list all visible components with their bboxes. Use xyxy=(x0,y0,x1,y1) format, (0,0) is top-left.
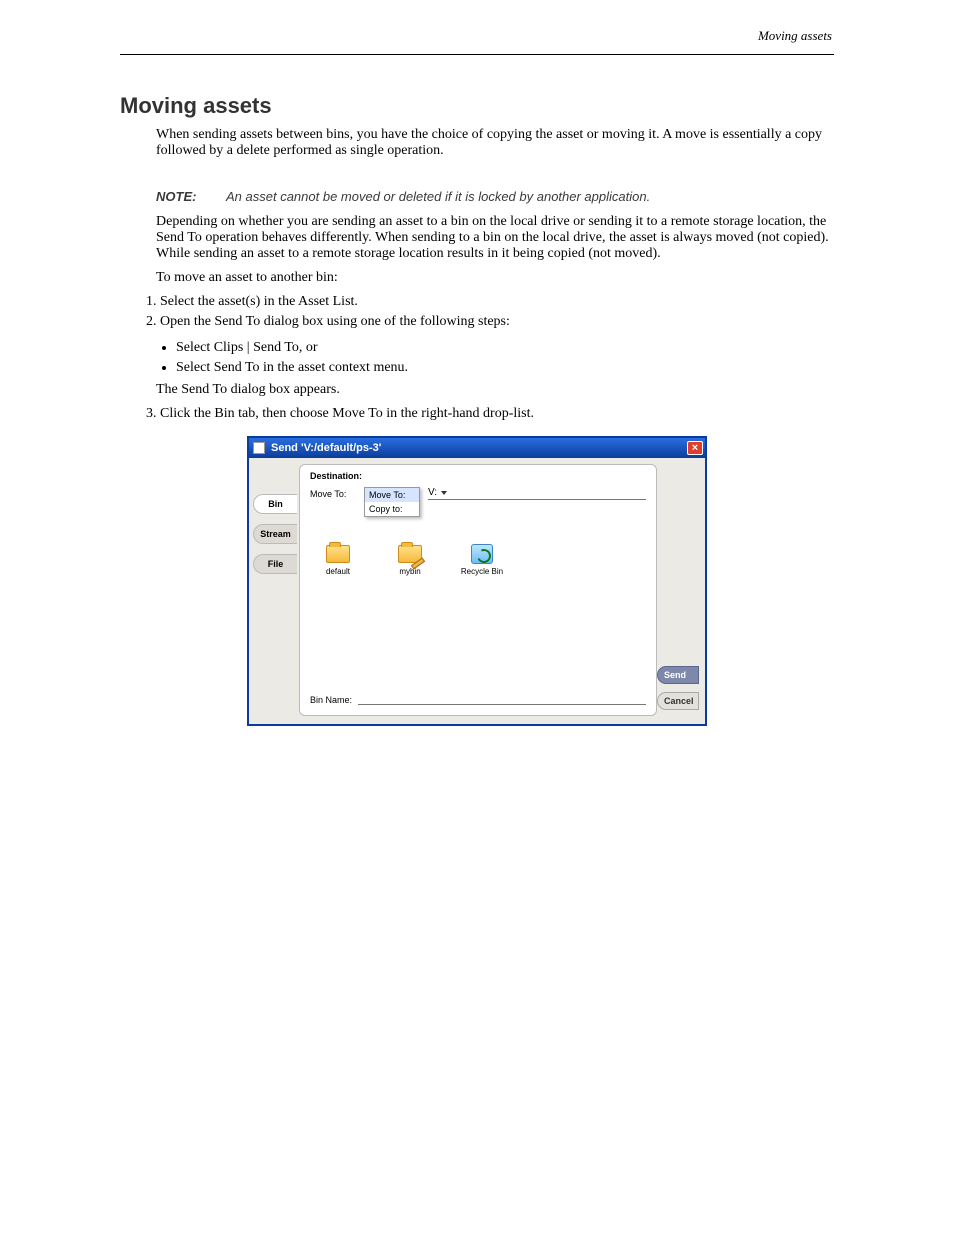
send-button[interactable]: Send xyxy=(657,666,699,684)
step-3: Click the Bin tab, then choose Move To i… xyxy=(160,406,834,422)
tab-file[interactable]: File xyxy=(253,554,297,574)
header-rule xyxy=(120,54,834,55)
cancel-button[interactable]: Cancel xyxy=(657,692,699,710)
moveto-label: Move To: xyxy=(310,487,356,499)
recycle-bin-icon xyxy=(471,544,493,564)
dropdown-option-moveto[interactable]: Move To: xyxy=(365,488,419,502)
tab-stream[interactable]: Stream xyxy=(253,524,297,544)
steps-list-cont: Click the Bin tab, then choose Move To i… xyxy=(120,406,834,422)
section-title-moving-assets: Moving assets xyxy=(120,93,834,119)
bin-item-default[interactable]: default xyxy=(314,543,362,576)
page-header: Moving assets xyxy=(120,28,834,44)
send-to-dialog-figure: Send 'V:/default/ps-3' × Bin Stream File… xyxy=(247,436,707,726)
steps-list: Select the asset(s) in the Asset List. O… xyxy=(120,294,834,330)
bin-label: default xyxy=(326,567,350,576)
substeps-list: Select Clips | Send To, or Select Send T… xyxy=(120,340,834,376)
app-icon xyxy=(253,442,265,454)
bin-item-recycle[interactable]: Recycle Bin xyxy=(458,543,506,576)
send-to-dialog: Send 'V:/default/ps-3' × Bin Stream File… xyxy=(247,436,707,726)
substep-1: Select Clips | Send To, or xyxy=(176,340,834,356)
step-1: Select the asset(s) in the Asset List. xyxy=(160,294,834,310)
note-label: NOTE: xyxy=(156,189,226,204)
path-value: V: xyxy=(428,487,437,498)
chevron-down-icon xyxy=(441,491,447,495)
destination-label: Destination: xyxy=(310,471,646,481)
dialog-tabs: Bin Stream File xyxy=(249,458,299,724)
dialog-main: Destination: Move To: Move To: Copy to: … xyxy=(299,464,657,716)
close-icon[interactable]: × xyxy=(687,441,703,455)
bin-label: mybin xyxy=(399,567,420,576)
bin-icon-grid: default mybin Recycle Bin xyxy=(314,543,646,576)
binname-input[interactable] xyxy=(358,693,646,705)
paragraph-dialog-appears: The Send To dialog box appears. xyxy=(156,382,834,398)
paragraph-behavior: Depending on whether you are sending an … xyxy=(156,214,834,262)
steps-intro: To move an asset to another bin: xyxy=(156,270,834,286)
bin-item-mybin[interactable]: mybin xyxy=(386,543,434,576)
path-dropdown[interactable]: V: xyxy=(428,487,646,500)
bin-label: Recycle Bin xyxy=(461,567,503,576)
folder-icon xyxy=(326,545,350,563)
step-2: Open the Send To dialog box using one of… xyxy=(160,314,834,330)
folder-edit-icon xyxy=(398,545,422,563)
binname-label: Bin Name: xyxy=(310,695,352,705)
dialog-title: Send 'V:/default/ps-3' xyxy=(271,442,687,454)
note-text: An asset cannot be moved or deleted if i… xyxy=(226,189,834,204)
dropdown-option-copyto[interactable]: Copy to: xyxy=(365,502,419,516)
substep-2: Select Send To in the asset context menu… xyxy=(176,360,834,376)
intro-paragraph: When sending assets between bins, you ha… xyxy=(156,127,834,159)
dialog-titlebar[interactable]: Send 'V:/default/ps-3' × xyxy=(249,438,705,458)
note-block: NOTE: An asset cannot be moved or delete… xyxy=(156,189,834,204)
action-dropdown[interactable]: Move To: Copy to: xyxy=(364,487,420,517)
tab-bin[interactable]: Bin xyxy=(253,494,297,514)
